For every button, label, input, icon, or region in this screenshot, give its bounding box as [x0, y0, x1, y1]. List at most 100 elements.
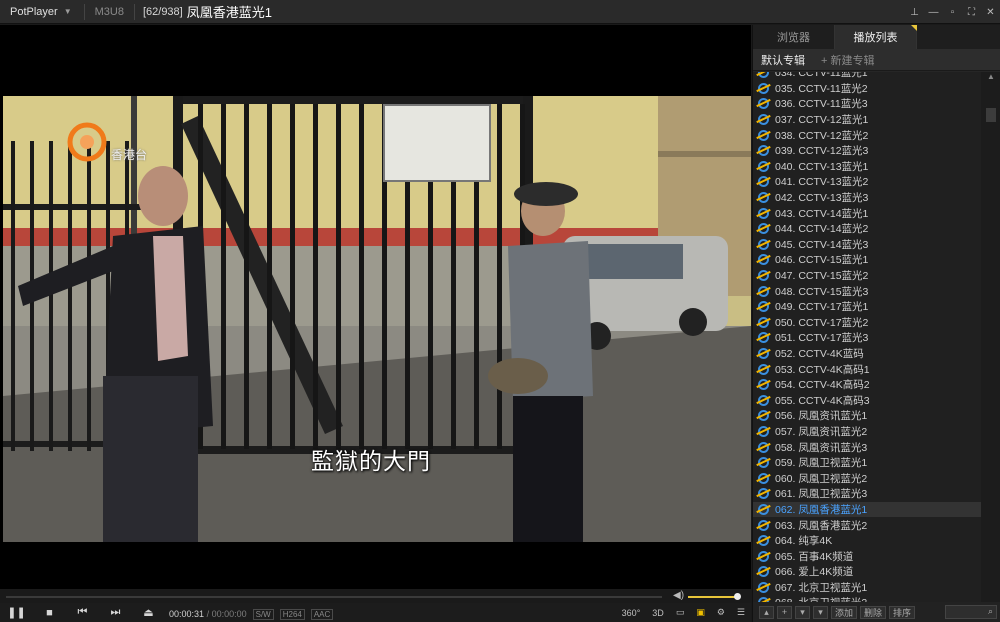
move-last-icon[interactable]: ▾: [813, 605, 828, 619]
move-up-icon[interactable]: ▴: [759, 605, 774, 619]
minimize-icon[interactable]: —: [924, 0, 943, 24]
menu-icon[interactable]: ☰: [731, 607, 751, 618]
playlist-item[interactable]: 054. CCTV-4K高码2: [753, 377, 981, 393]
video-area[interactable]: 香港台 監獄的大門: [0, 25, 751, 589]
pin-icon[interactable]: ⊥: [905, 0, 924, 24]
control-bar: ❚❚ ■ ⏮ ⏭ ⏏ 00:00:31 / 00:00:00 S/W H264 …: [0, 603, 751, 622]
fullscreen-icon[interactable]: ⛶: [962, 0, 981, 24]
playlist-item[interactable]: 051. CCTV-17蓝光3: [753, 330, 981, 346]
app-menu-button[interactable]: PotPlayer ▼: [0, 0, 80, 24]
stop-icon[interactable]: ■: [33, 603, 66, 622]
sort-button[interactable]: 排序: [889, 605, 916, 619]
restore-icon[interactable]: ▫: [943, 0, 962, 24]
capture-icon[interactable]: ▭: [670, 607, 691, 618]
playlist-item[interactable]: 064. 纯享4K: [753, 533, 981, 549]
playlist-item[interactable]: 068. 北京卫视蓝光2: [753, 595, 981, 602]
volume-knob[interactable]: [734, 593, 741, 600]
seek-bar[interactable]: ◀): [0, 589, 751, 603]
playlist: 034. CCTV-11蓝光1 035. CCTV-11蓝光2 036. CCTV-…: [753, 72, 981, 602]
playlist-item[interactable]: 042. CCTV-13蓝光3: [753, 190, 981, 206]
video-codec-tag[interactable]: H264: [279, 609, 305, 620]
settings-gear-icon[interactable]: ⚙: [711, 607, 731, 618]
playlist-item[interactable]: 050. CCTV-17蓝光2: [753, 315, 981, 331]
volume-icon[interactable]: ◀): [673, 590, 684, 601]
stream-icon: [758, 472, 769, 484]
playlist-panel: 浏览器 播放列表 默认专辑 + 新建专辑 034. CCTV-11蓝光1 035.…: [752, 25, 1000, 622]
playlist-item[interactable]: 055. CCTV-4K高码3: [753, 392, 981, 408]
channel-logo-text: 香港台: [111, 148, 148, 162]
playlist-item[interactable]: 056. 凤凰资讯蓝光1: [753, 408, 981, 424]
playlist-item[interactable]: 045. CCTV-14蓝光3: [753, 237, 981, 253]
add-button[interactable]: 添加: [831, 605, 858, 619]
playlist-item-label: 044. CCTV-14蓝光2: [775, 223, 869, 236]
volume-slider[interactable]: [688, 593, 741, 600]
decoder-tag[interactable]: S/W: [252, 609, 274, 620]
playlist-item[interactable]: 034. CCTV-11蓝光1: [753, 72, 981, 81]
playlist-item[interactable]: 037. CCTV-12蓝光1: [753, 112, 981, 128]
playlist-item[interactable]: 036. CCTV-11蓝光3: [753, 96, 981, 112]
pause-icon[interactable]: ❚❚: [0, 603, 33, 622]
playlist-item-label: 046. CCTV-15蓝光1: [775, 254, 869, 267]
playlist-item[interactable]: 044. CCTV-14蓝光2: [753, 221, 981, 237]
album-default[interactable]: 默认专辑: [753, 49, 813, 71]
previous-icon[interactable]: ⏮: [66, 603, 99, 622]
tab-playlist[interactable]: 播放列表: [835, 25, 917, 49]
playlist-item[interactable]: 061. 凤凰卫视蓝光3: [753, 486, 981, 502]
playlist-item[interactable]: 053. CCTV-4K高码1: [753, 361, 981, 377]
playlist-item[interactable]: 040. CCTV-13蓝光1: [753, 159, 981, 175]
playlist-item[interactable]: 052. CCTV-4K蓝码: [753, 346, 981, 362]
playlist-item-label: 066. 爱上4K频道: [775, 566, 854, 579]
stream-icon: [758, 82, 769, 94]
close-icon[interactable]: ✕: [981, 0, 1000, 24]
stream-icon: [758, 379, 769, 391]
stream-icon: [758, 550, 769, 562]
playlist-item[interactable]: 046. CCTV-15蓝光1: [753, 252, 981, 268]
move-first-icon[interactable]: +: [777, 605, 792, 619]
move-down-icon[interactable]: ▾: [795, 605, 810, 619]
playlist-item[interactable]: 047. CCTV-15蓝光2: [753, 268, 981, 284]
delete-button[interactable]: 删除: [860, 605, 887, 619]
playlist-item-label: 036. CCTV-11蓝光3: [775, 98, 868, 111]
playlist-item[interactable]: 035. CCTV-11蓝光2: [753, 81, 981, 97]
seek-track[interactable]: [6, 596, 662, 598]
playlist-item[interactable]: 063. 凤凰香港蓝光2: [753, 517, 981, 533]
playlist-item-label: 064. 纯享4K: [775, 535, 833, 548]
control-right-group: 360° 3D ▭ ▣ ⚙ ☰: [616, 603, 751, 622]
playlist-item[interactable]: 067. 北京卫视蓝光1: [753, 580, 981, 596]
next-icon[interactable]: ⏭: [99, 603, 132, 622]
playlist-item[interactable]: 048. CCTV-15蓝光3: [753, 283, 981, 299]
playlist-scrollbar[interactable]: ▲: [981, 72, 1000, 602]
playlist-item[interactable]: 062. 凤凰香港蓝光1: [753, 501, 981, 518]
vr-360-button[interactable]: 360°: [616, 608, 647, 618]
playlist-item-label: 043. CCTV-14蓝光1: [775, 207, 869, 220]
playlist-item[interactable]: 043. CCTV-14蓝光1: [753, 205, 981, 221]
audio-codec-tag[interactable]: AAC: [310, 609, 334, 620]
playlist-item[interactable]: 066. 爱上4K频道: [753, 564, 981, 580]
playlist-item[interactable]: 059. 凤凰卫视蓝光1: [753, 455, 981, 471]
playlist-item-label: 048. CCTV-15蓝光3: [775, 285, 869, 298]
playlist-item[interactable]: 039. CCTV-12蓝光3: [753, 143, 981, 159]
subtitle-icon[interactable]: ▣: [690, 607, 711, 618]
playlist-item[interactable]: 041. CCTV-13蓝光2: [753, 174, 981, 190]
stream-icon: [758, 316, 769, 328]
playlist-item[interactable]: 049. CCTV-17蓝光1: [753, 299, 981, 315]
stream-icon: [758, 176, 769, 188]
tab-active-marker: [911, 25, 917, 31]
stream-icon: [758, 114, 769, 126]
stream-icon: [758, 347, 769, 359]
tab-browser[interactable]: 浏览器: [753, 25, 835, 49]
eject-icon[interactable]: ⏏: [132, 603, 165, 622]
stream-icon: [758, 301, 769, 313]
playlist-item[interactable]: 060. 凤凰卫视蓝光2: [753, 470, 981, 486]
scroll-up-icon[interactable]: ▲: [981, 72, 1000, 86]
search-icon[interactable]: ⌕: [945, 605, 997, 619]
playlist-item-label: 053. CCTV-4K高码1: [775, 363, 870, 376]
3d-button[interactable]: 3D: [646, 608, 670, 618]
scroll-thumb[interactable]: [986, 108, 996, 122]
volume-fill: [688, 593, 741, 600]
playlist-item[interactable]: 065. 百事4K频道: [753, 548, 981, 564]
playlist-item[interactable]: 038. CCTV-12蓝光2: [753, 127, 981, 143]
playlist-item[interactable]: 057. 凤凰资讯蓝光2: [753, 424, 981, 440]
playlist-item[interactable]: 058. 凤凰资讯蓝光3: [753, 439, 981, 455]
album-new-button[interactable]: + 新建专辑: [813, 49, 882, 71]
